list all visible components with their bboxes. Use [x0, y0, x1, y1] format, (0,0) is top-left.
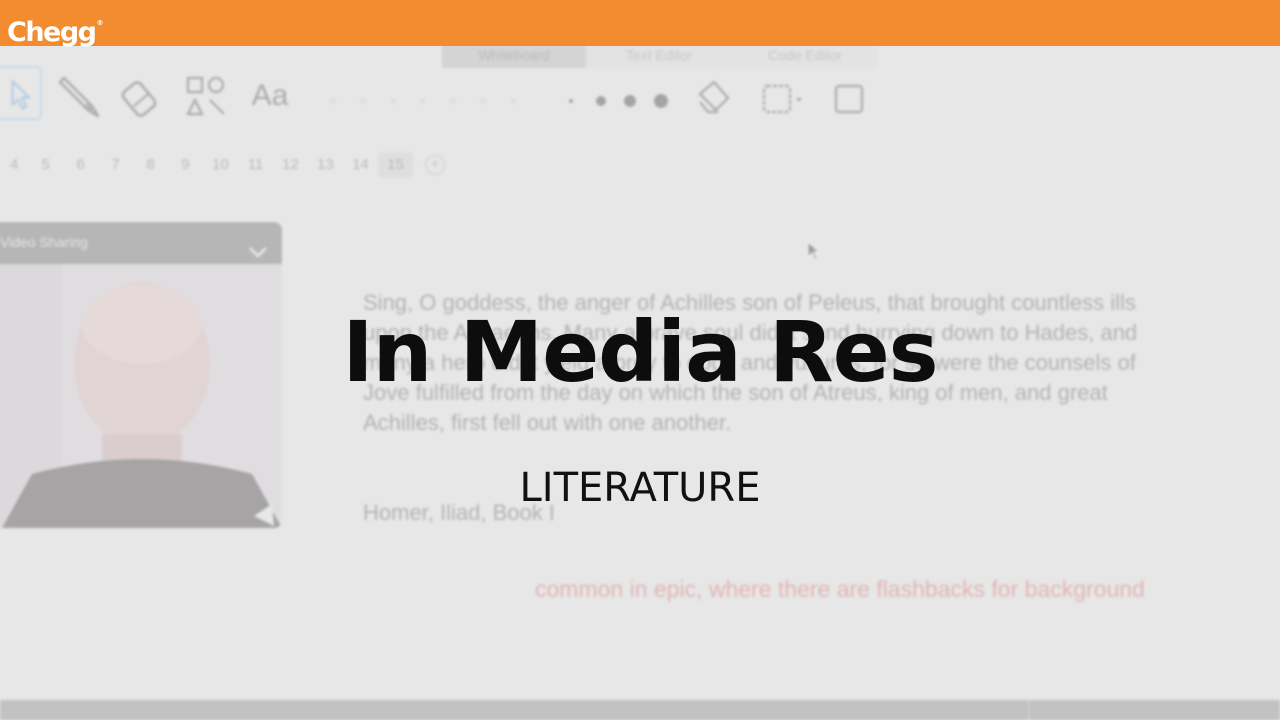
video-title: In Media Res: [342, 303, 938, 401]
logo-text: Chegg: [7, 17, 97, 48]
brand-bar: Chegg®: [0, 0, 1280, 48]
chegg-logo: Chegg®: [7, 6, 104, 50]
registered-mark: ®: [96, 19, 104, 27]
video-subject: LITERATURE: [519, 465, 761, 511]
